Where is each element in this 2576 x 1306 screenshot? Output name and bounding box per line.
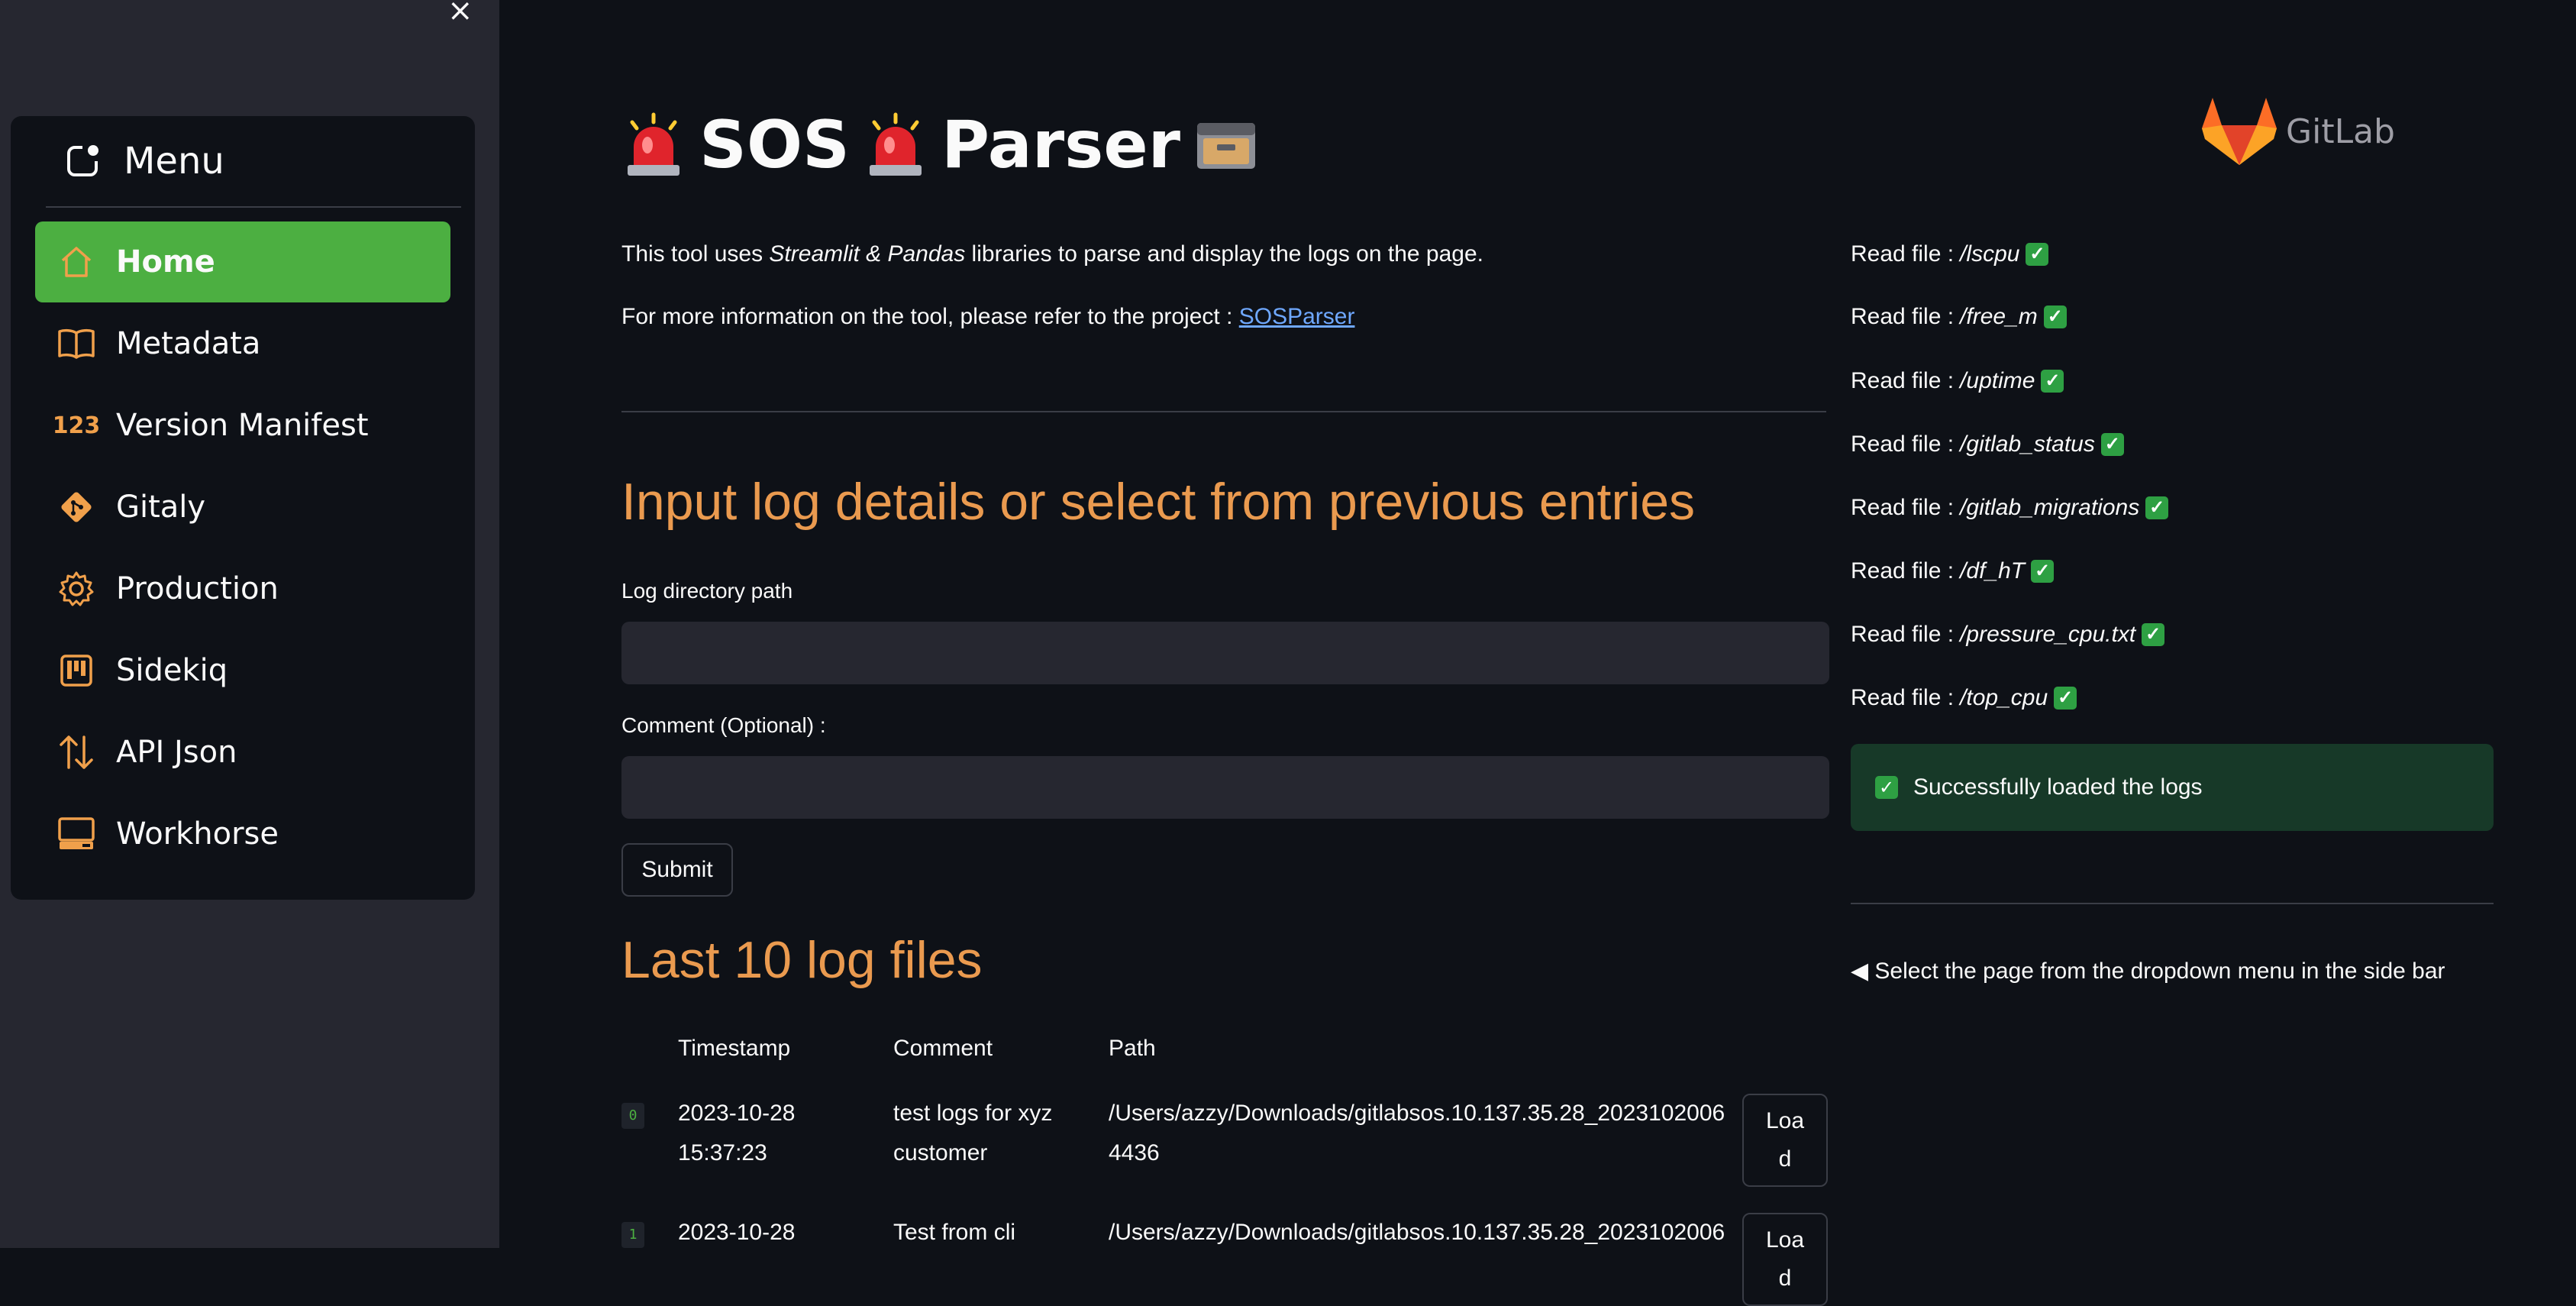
read-file-status: Read file : /lscpu ✓: [1851, 241, 2049, 267]
intro-text: For more information on the tool, please…: [621, 304, 1239, 329]
home-icon: [55, 241, 98, 283]
log-path-input[interactable]: [621, 622, 1829, 684]
file-cabinet-icon: [1197, 123, 1256, 169]
menu-item-label: API Json: [116, 735, 237, 770]
row-index: 0: [621, 1103, 644, 1129]
intro-text: This tool uses: [621, 241, 770, 267]
sidebar-hint: ◀ Select the page from the dropdown menu…: [1851, 958, 2445, 984]
gitlab-fox-icon: [2202, 98, 2277, 165]
close-sidebar-icon[interactable]: ×: [447, 0, 473, 26]
menu-item-gitaly[interactable]: Gitaly: [35, 467, 450, 548]
column-header-timestamp: Timestamp: [678, 1036, 791, 1061]
form-heading: Input log details or select from previou…: [621, 473, 1696, 531]
gitlab-logo: GitLab: [2199, 95, 2395, 168]
read-file-status: Read file : /gitlab_status ✓: [1851, 432, 2124, 457]
intro-text: libraries to parse and display the logs …: [965, 241, 1483, 267]
read-file-status: Read file : /top_cpu ✓: [1851, 685, 2077, 711]
menu-title: Menu: [124, 140, 224, 183]
divider: [621, 411, 1826, 412]
read-file-status: Read file : /df_hT ✓: [1851, 558, 2055, 584]
load-button[interactable]: Loa d: [1742, 1213, 1828, 1306]
menu-item-home[interactable]: Home: [35, 221, 450, 302]
gitlab-logo-text: GitLab: [2286, 112, 2395, 151]
menu-item-workhorse[interactable]: Workhorse: [35, 794, 450, 874]
intro-line-2: For more information on the tool, please…: [621, 304, 1354, 330]
column-header-comment: Comment: [893, 1036, 993, 1061]
menu-item-production[interactable]: Production: [35, 548, 450, 629]
kanban-icon: [55, 649, 98, 692]
row-timestamp: 2023-10-28 15:37:23: [678, 1101, 796, 1165]
intro-line-1: This tool uses Streamlit & Pandas librar…: [621, 241, 1483, 267]
main-content: SOS Parser GitLab This tool uses Streaml…: [499, 0, 2576, 1306]
read-file-status: Read file : /uptime ✓: [1851, 368, 2064, 394]
comment-input[interactable]: [621, 756, 1829, 819]
check-icon: ✓: [2142, 623, 2165, 646]
menu-item-label: Gitaly: [116, 490, 206, 525]
menu-items: Home Metadata 123 Version Manifest Gital…: [35, 221, 450, 875]
check-icon: ✓: [2054, 687, 2077, 710]
divider: [1851, 903, 2494, 904]
siren-icon: [628, 112, 680, 176]
column-header-path: Path: [1109, 1036, 1156, 1061]
success-alert: ✓ Successfully loaded the logs: [1851, 744, 2494, 831]
sosparser-link[interactable]: SOSParser: [1239, 304, 1355, 329]
git-icon: [55, 486, 98, 529]
success-text: Successfully loaded the logs: [1913, 774, 2203, 800]
row-comment: Test from cli: [893, 1220, 1016, 1245]
menu-app-icon: [67, 145, 98, 176]
menu-item-api-json[interactable]: API Json: [35, 712, 450, 793]
book-icon: [55, 322, 98, 365]
menu-item-metadata[interactable]: Metadata: [35, 303, 450, 384]
arrows-updown-icon: [55, 731, 98, 774]
menu-item-label: Metadata: [116, 326, 261, 361]
check-icon: ✓: [2043, 305, 2067, 328]
intro-emphasis: Streamlit & Pandas: [769, 241, 966, 267]
menu-header: Menu: [46, 116, 461, 208]
check-icon: ✓: [2100, 433, 2124, 456]
row-timestamp: 2023-10-28: [678, 1220, 796, 1245]
submit-button[interactable]: Submit: [621, 843, 733, 897]
read-file-status: Read file : /free_m ✓: [1851, 304, 2067, 330]
log-path-label: Log directory path: [621, 579, 793, 603]
row-comment: test logs for xyz customer: [893, 1101, 1053, 1165]
comment-label: Comment (Optional) :: [621, 713, 826, 737]
menu-item-sidekiq[interactable]: Sidekiq: [35, 630, 450, 711]
check-icon: ✓: [2031, 560, 2055, 583]
read-file-status: Read file : /gitlab_migrations ✓: [1851, 495, 2169, 521]
check-icon: ✓: [2145, 496, 2169, 519]
row-path: /Users/azzy/Downloads/gitlabsos.10.137.3…: [1109, 1101, 1725, 1165]
numbers-icon: 123: [52, 412, 101, 439]
gear-icon: [55, 567, 98, 610]
row-path: /Users/azzy/Downloads/gitlabsos.10.137.3…: [1109, 1220, 1725, 1245]
menu-item-label: Home: [116, 244, 215, 280]
check-icon: ✓: [2041, 370, 2064, 393]
row-index: 1: [621, 1222, 644, 1248]
load-button[interactable]: Loa d: [1742, 1094, 1828, 1187]
menu-item-label: Workhorse: [116, 816, 279, 852]
option-menu: Menu Home Metadata 123 Version Manifest: [11, 116, 475, 900]
title-word-sos: SOS: [699, 107, 850, 183]
menu-item-version-manifest[interactable]: 123 Version Manifest: [35, 385, 450, 466]
check-icon: ✓: [1875, 776, 1898, 799]
pc-icon: [55, 813, 98, 855]
menu-item-label: Sidekiq: [116, 653, 228, 688]
title-word-parser: Parser: [941, 107, 1181, 183]
read-file-status: Read file : /pressure_cpu.txt ✓: [1851, 622, 2165, 648]
page-title: SOS Parser: [621, 107, 1258, 183]
log-table-heading: Last 10 log files: [621, 931, 983, 989]
menu-item-label: Version Manifest: [116, 408, 369, 443]
menu-item-label: Production: [116, 571, 279, 606]
check-icon: ✓: [2026, 243, 2049, 266]
sidebar: × Menu Home Metadata 123 Version Manifes…: [0, 0, 499, 1248]
siren-icon: [870, 112, 922, 176]
